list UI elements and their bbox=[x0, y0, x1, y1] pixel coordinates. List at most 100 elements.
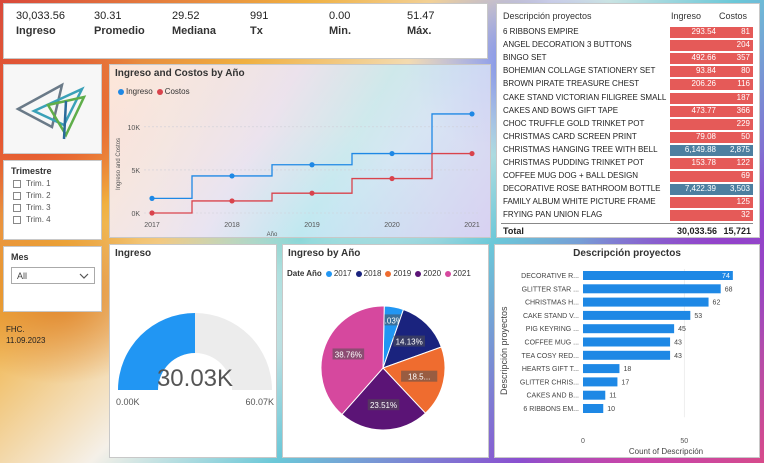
row-ingreso bbox=[670, 171, 719, 183]
pie-chart: 5.03%14.13%18.5...23.51%38.76% bbox=[320, 305, 446, 431]
gauge-min: 0.00K bbox=[116, 397, 140, 407]
row-ingreso: 153.78 bbox=[670, 158, 719, 169]
logo bbox=[3, 64, 102, 154]
table-row[interactable]: CHOC TRUFFLE GOLD TRINKET POT 229 bbox=[501, 118, 753, 130]
y-axis-title: Ingreso and Costos bbox=[116, 138, 122, 190]
slice-label: 14.13% bbox=[396, 338, 423, 347]
checkbox[interactable] bbox=[13, 191, 21, 200]
y-tick-label: 5K bbox=[131, 168, 140, 175]
row-ingreso bbox=[670, 197, 719, 209]
column-header-ingreso[interactable]: Ingreso bbox=[671, 11, 701, 21]
line-chart-panel: Ingreso and Costos by Año Ingreso Costos… bbox=[109, 64, 491, 238]
bar-value-label: 43 bbox=[674, 353, 682, 360]
bar bbox=[583, 297, 709, 307]
option-label: Trim. 3 bbox=[26, 203, 51, 212]
table-row[interactable]: CAKES AND BOWS GIFT TAPE 473.77 366 bbox=[501, 105, 753, 117]
bar-category-label: TEA COSY RED... bbox=[522, 353, 579, 360]
table-row[interactable]: CHRISTMAS HANGING TREE WITH BELL 6,149.88… bbox=[501, 144, 753, 156]
bar-value-label: 74 bbox=[722, 273, 730, 280]
slice-label: 23.51% bbox=[370, 401, 397, 410]
fhc-value: 11.09.2023 bbox=[6, 336, 46, 345]
table-row[interactable]: COFFEE MUG DOG + BALL DESIGN 69 bbox=[501, 171, 753, 183]
mes-dropdown[interactable]: All bbox=[11, 267, 95, 284]
table-row[interactable]: FAMILY ALBUM WHITE PICTURE FRAME 125 bbox=[501, 197, 753, 209]
row-name: CHRISTMAS HANGING TREE WITH BELL bbox=[503, 144, 658, 154]
table-row[interactable]: CHRISTMAS CARD SCREEN PRINT 79.08 50 bbox=[501, 131, 753, 143]
data-point bbox=[469, 111, 475, 117]
bar bbox=[583, 364, 620, 374]
y-tick-label: 0K bbox=[131, 211, 140, 218]
table-row[interactable]: BOHEMIAN COLLAGE STATIONERY SET 93.84 80 bbox=[501, 66, 753, 78]
kpi-value: 29.52 bbox=[172, 10, 200, 22]
row-costos: 50 bbox=[719, 131, 753, 143]
bar-category-label: PIG KEYRING ... bbox=[526, 326, 579, 333]
bar-category-label: COFFEE MUG ... bbox=[525, 340, 580, 347]
bar bbox=[583, 350, 671, 360]
row-costos: 2,875 bbox=[719, 144, 753, 156]
row-name: BOHEMIAN COLLAGE STATIONERY SET bbox=[503, 66, 656, 76]
row-name: DECORATIVE ROSE BATHROOM BOTTLE bbox=[503, 184, 661, 194]
slicer-title: Trimestre bbox=[11, 166, 52, 176]
row-name: BINGO SET bbox=[503, 53, 547, 63]
trim-option-1[interactable]: Trim. 1 bbox=[13, 179, 101, 188]
bar-category-label: GLITTER STAR ... bbox=[522, 286, 579, 293]
row-ingreso bbox=[670, 118, 719, 130]
table-row[interactable]: FRYING PAN UNION FLAG 32 bbox=[501, 210, 753, 222]
table-row[interactable]: ANGEL DECORATION 3 BUTTONS 204 bbox=[501, 40, 753, 52]
bar-value-label: 62 bbox=[713, 300, 721, 307]
checkbox[interactable] bbox=[13, 215, 21, 224]
data-point bbox=[309, 190, 315, 196]
bar-category-label: 6 RIBBONS EM... bbox=[523, 406, 579, 413]
kpi-value: 0.00 bbox=[329, 10, 351, 22]
option-label: Trim. 2 bbox=[26, 191, 51, 200]
y-axis-title: Descripción proyectos bbox=[499, 306, 509, 395]
column-header-costos[interactable]: Costos bbox=[719, 11, 747, 21]
total-ingreso: 30,033.56 bbox=[676, 226, 717, 236]
bar bbox=[583, 284, 721, 294]
table-row[interactable]: CHRISTMAS PUDDING TRINKET POT 153.78 122 bbox=[501, 158, 753, 169]
fhc-date: FHC. 11.09.2023 bbox=[6, 324, 45, 346]
option-label: Trim. 1 bbox=[26, 179, 51, 188]
row-ingreso: 7,422.39 bbox=[670, 184, 719, 196]
checkbox[interactable] bbox=[13, 179, 21, 188]
trim-option-2[interactable]: Trim. 2 bbox=[13, 191, 101, 200]
row-costos: 229 bbox=[719, 118, 753, 130]
row-name: ANGEL DECORATION 3 BUTTONS bbox=[503, 40, 632, 50]
row-ingreso bbox=[670, 40, 719, 52]
bar-panel: Descripción proyectos DECORATIVE R... 74 G… bbox=[494, 244, 760, 458]
kpi-label: Min. bbox=[329, 25, 351, 37]
slicer-title: Mes bbox=[11, 252, 29, 262]
slice-label: 18.5... bbox=[408, 373, 430, 382]
line-chart: 0K 5K 10K 2017 2018 2019 2020 2021 Año Ingreso an… bbox=[116, 111, 480, 237]
table-row[interactable]: DECORATIVE ROSE BATHROOM BOTTLE 7,422.39 3… bbox=[501, 184, 753, 196]
row-name: FAMILY ALBUM WHITE PICTURE FRAME bbox=[503, 197, 656, 207]
bar-value-label: 68 bbox=[725, 286, 733, 293]
chevron-down-icon bbox=[79, 273, 89, 279]
table-row[interactable]: BINGO SET 492.66 357 bbox=[501, 53, 753, 65]
row-name: BROWN PIRATE TREASURE CHEST bbox=[503, 79, 640, 89]
y-tick-label: 10K bbox=[128, 125, 141, 132]
data-point bbox=[309, 162, 315, 168]
row-costos: 80 bbox=[719, 66, 753, 78]
kpi-label: Tx bbox=[250, 25, 263, 37]
table-row[interactable]: 6 RIBBONS EMPIRE 293.54 81 bbox=[501, 27, 753, 38]
x-tick-label: 50 bbox=[680, 438, 688, 445]
row-ingreso: 293.54 bbox=[670, 27, 719, 38]
kpi-min: 0.00 Min. bbox=[329, 10, 351, 37]
checkbox[interactable] bbox=[13, 203, 21, 212]
data-point bbox=[469, 150, 475, 157]
row-ingreso: 93.84 bbox=[670, 66, 719, 78]
table-total-row: Total 30,033.56 15,721 bbox=[501, 223, 753, 237]
kpi-value: 30.31 bbox=[94, 10, 122, 22]
table-row[interactable]: CAKE STAND VICTORIAN FILIGREE SMALL 187 bbox=[501, 92, 753, 104]
table-row[interactable]: BROWN PIRATE TREASURE CHEST 206.26 116 bbox=[501, 79, 753, 91]
bar bbox=[583, 310, 691, 320]
data-point bbox=[389, 175, 395, 182]
trim-option-4[interactable]: Trim. 4 bbox=[13, 215, 101, 224]
trim-option-3[interactable]: Trim. 3 bbox=[13, 203, 101, 212]
column-header-name[interactable]: Descripción proyectos bbox=[503, 11, 592, 21]
kpi-label: Máx. bbox=[407, 25, 432, 37]
row-name: CHRISTMAS PUDDING TRINKET POT bbox=[503, 158, 645, 167]
bar-value-label: 11 bbox=[609, 393, 616, 400]
x-tick-label: 2018 bbox=[224, 222, 240, 229]
